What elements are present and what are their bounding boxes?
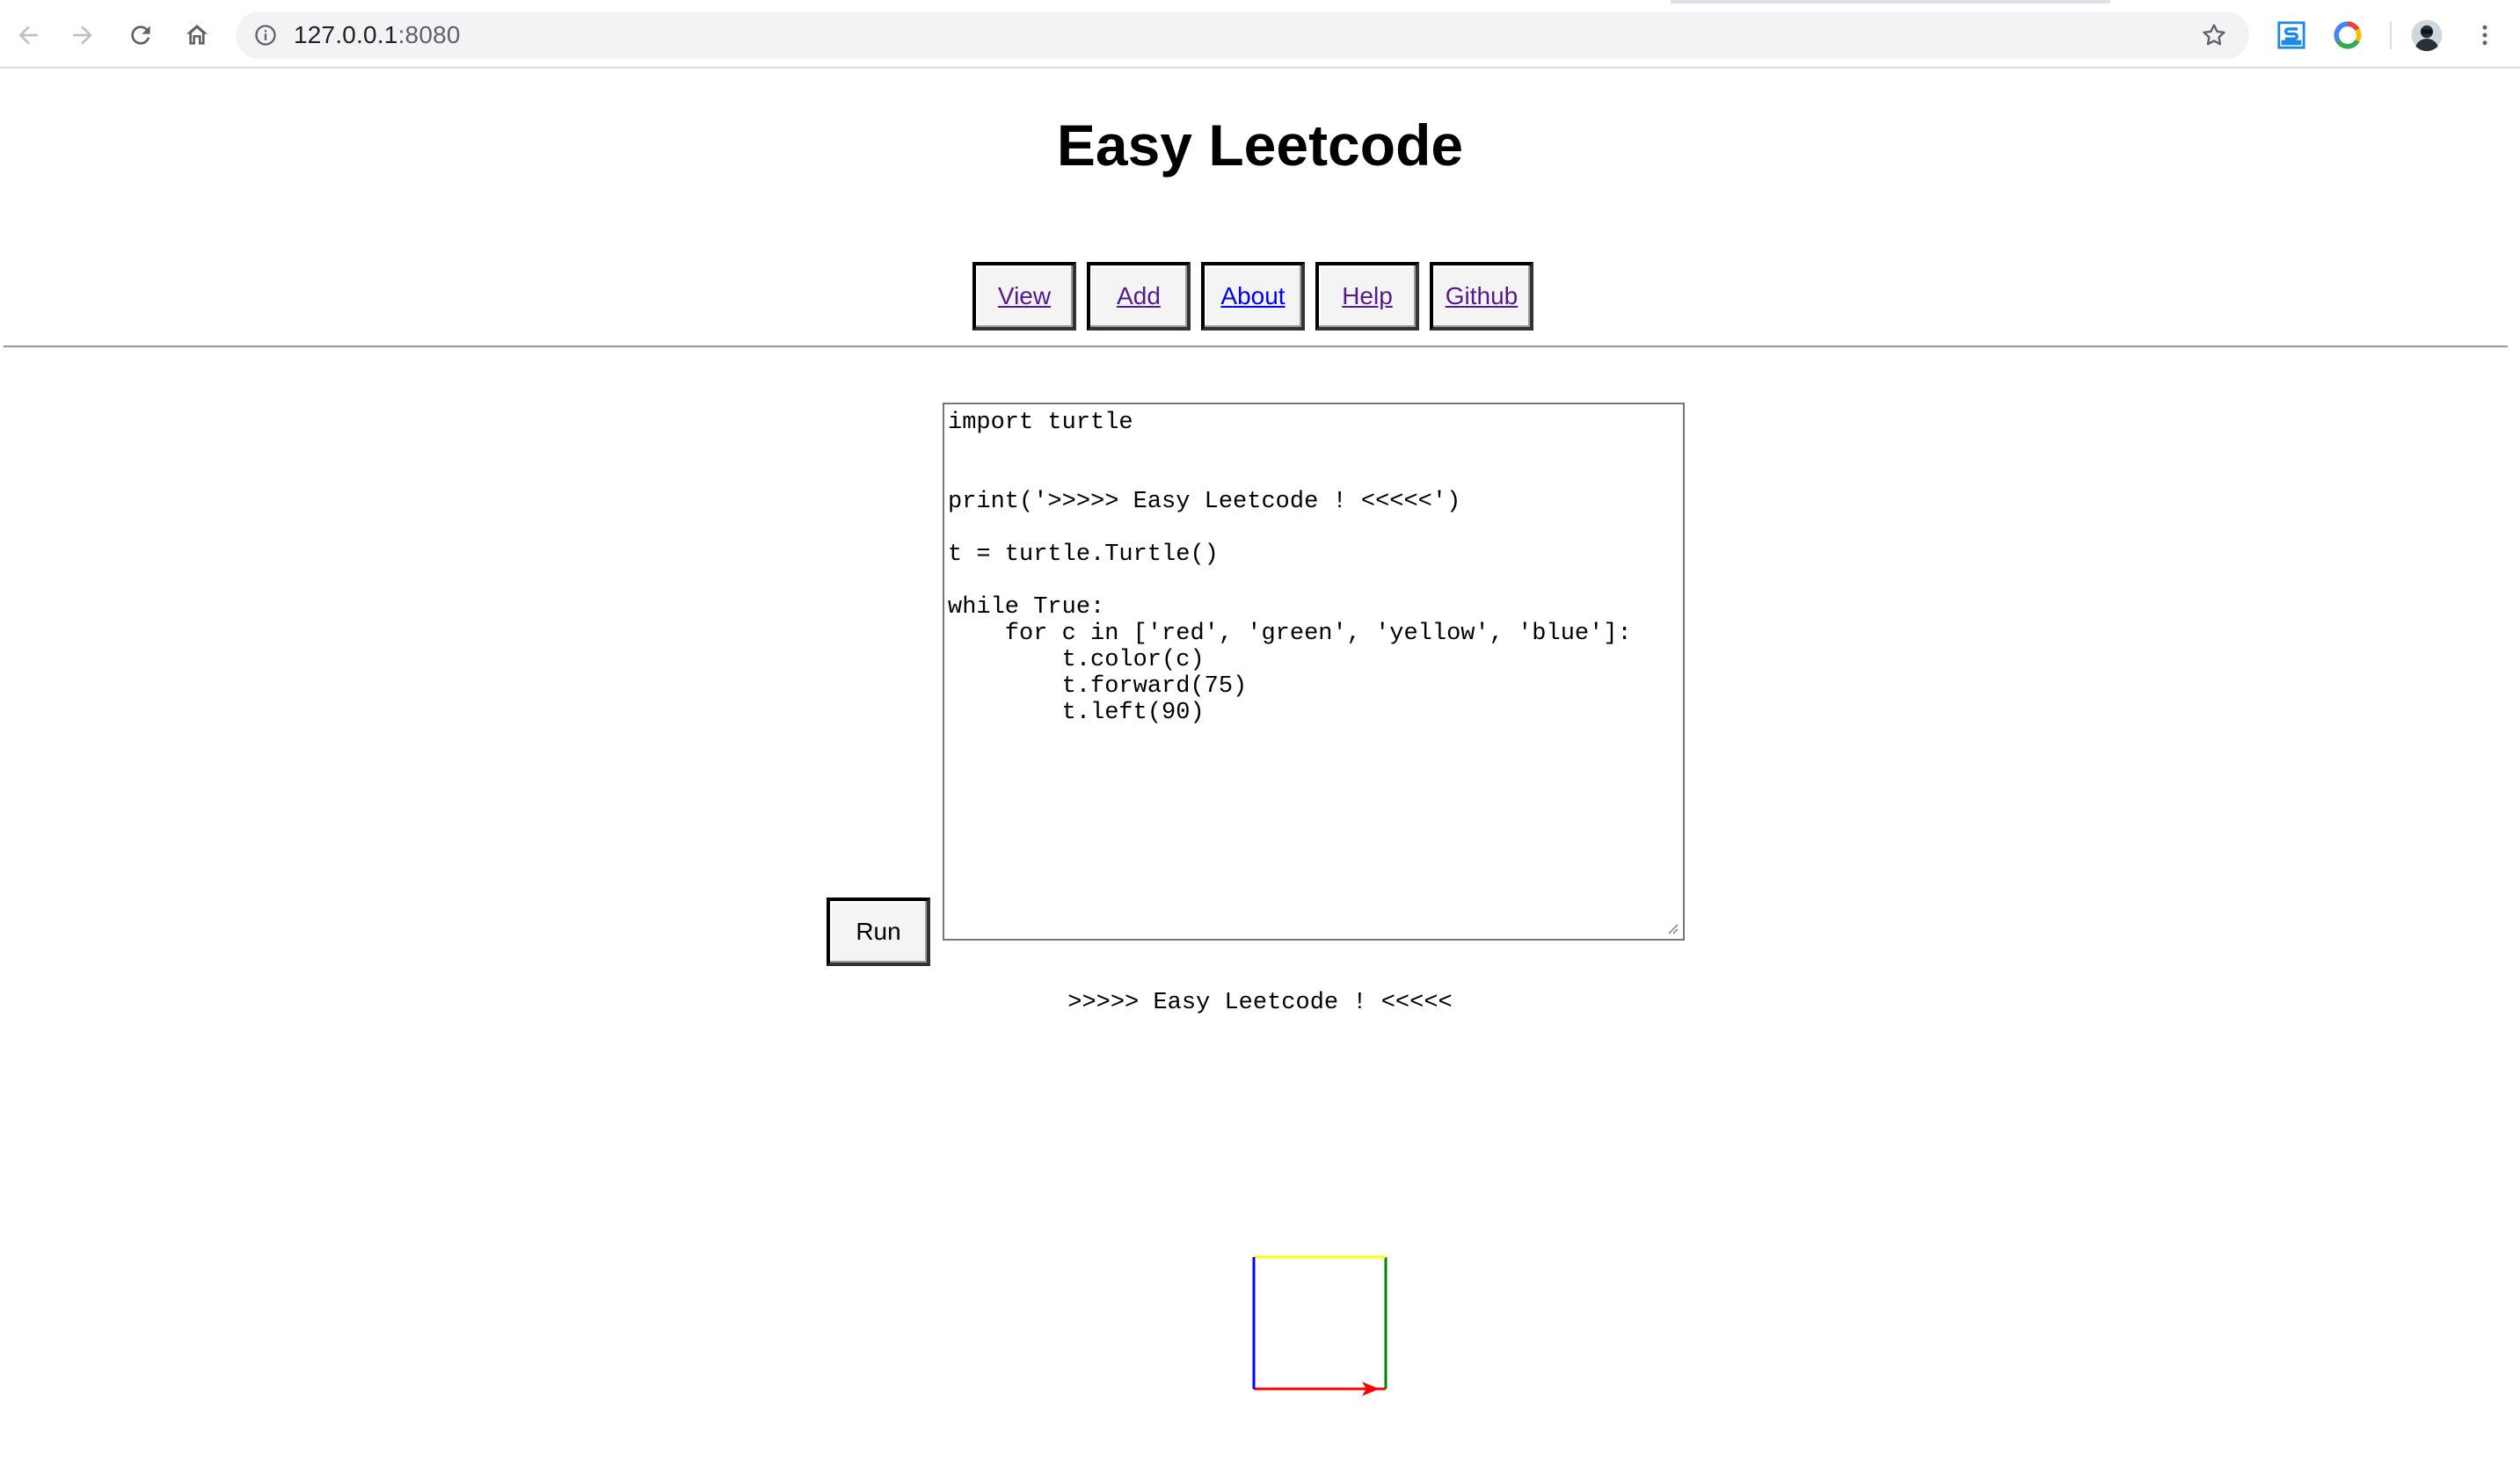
profile-avatar-icon[interactable] bbox=[2409, 18, 2444, 53]
nav-help-button[interactable]: Help bbox=[1315, 262, 1419, 331]
url-text[interactable]: 127.0.0.1:8080 bbox=[294, 22, 461, 48]
address-bar[interactable]: 127.0.0.1:8080 bbox=[236, 11, 2249, 59]
bookmark-star-icon[interactable] bbox=[2200, 21, 2228, 49]
tab-strip-edge bbox=[0, 0, 2520, 4]
back-icon[interactable] bbox=[11, 18, 46, 53]
top-nav: View Add About Help Github bbox=[972, 262, 1544, 332]
extension-ring-icon[interactable] bbox=[2330, 18, 2365, 53]
resize-grip-icon[interactable] bbox=[1664, 919, 1679, 935]
toolbar-separator bbox=[2390, 21, 2392, 49]
page-title: Easy Leetcode bbox=[1056, 113, 1464, 178]
menu-kebab-icon[interactable] bbox=[2467, 18, 2502, 53]
nav-view-button[interactable]: View bbox=[972, 262, 1076, 331]
run-button[interactable]: Run bbox=[827, 898, 930, 966]
nav-about-button[interactable]: About bbox=[1201, 262, 1305, 331]
forward-icon[interactable] bbox=[65, 18, 100, 53]
nav-add-button[interactable]: Add bbox=[1087, 262, 1191, 331]
horizontal-rule bbox=[4, 345, 2508, 348]
nav-github-button[interactable]: Github bbox=[1430, 262, 1533, 331]
turtle-canvas bbox=[1252, 1255, 1387, 1396]
code-editor[interactable]: import turtle print('>>>>> Easy Leetcode… bbox=[943, 403, 1685, 941]
info-icon[interactable] bbox=[253, 23, 278, 47]
code-text[interactable]: import turtle print('>>>>> Easy Leetcode… bbox=[948, 410, 1632, 726]
extension-s-icon[interactable] bbox=[2274, 18, 2309, 53]
reload-icon[interactable] bbox=[123, 18, 158, 53]
home-icon[interactable] bbox=[179, 18, 215, 53]
program-output: >>>>> Easy Leetcode ! <<<<< bbox=[1067, 990, 1453, 1016]
browser-toolbar: 127.0.0.1:8080 bbox=[0, 0, 2520, 69]
